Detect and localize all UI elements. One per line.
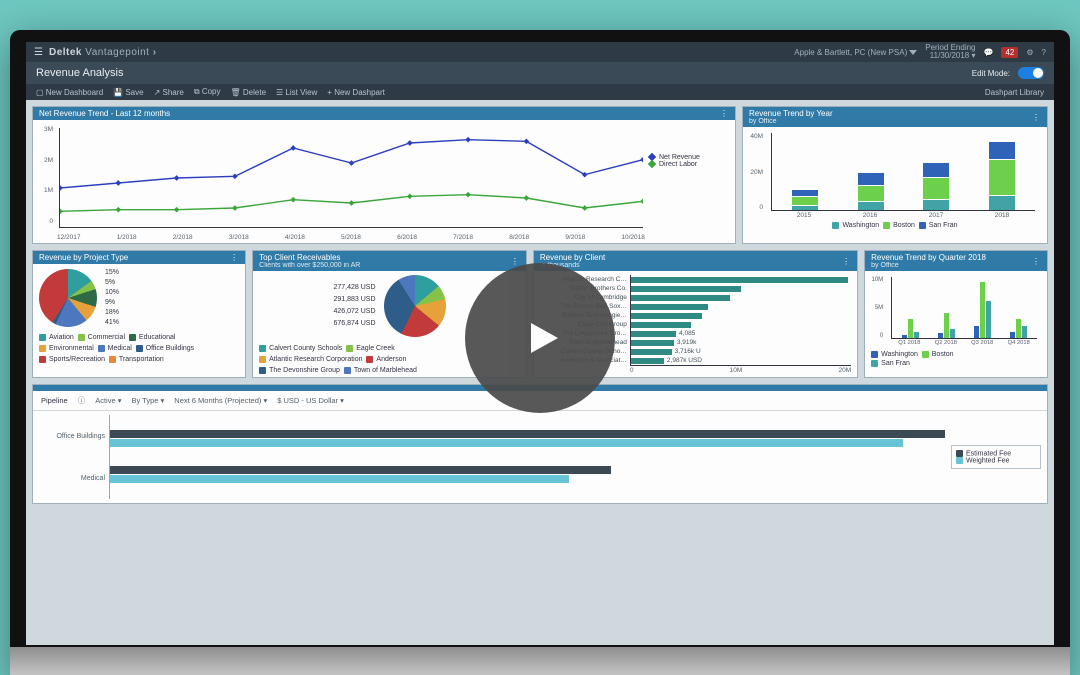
panel-title: Top Client Receivables: [259, 253, 340, 262]
edit-mode-toggle[interactable]: [1018, 67, 1044, 79]
kebab-icon[interactable]: ⋮: [1032, 257, 1041, 266]
chat-icon[interactable]: 💬: [984, 48, 994, 57]
legend-item: Environmental: [39, 345, 98, 352]
panel-net-revenue-trend: Net Revenue Trend - Last 12 months ⋮ Net …: [32, 106, 736, 244]
filter-status[interactable]: Active ▾: [95, 396, 121, 405]
app-header: ☰ Deltek Vantagepoint › Apple & Bartlett…: [26, 42, 1054, 62]
firm-selector[interactable]: Apple & Bartlett, PC (New PSA): [794, 48, 917, 57]
dashpart-library-link[interactable]: Dashpart Library: [985, 88, 1044, 97]
hamburger-icon[interactable]: ☰: [34, 47, 43, 58]
panel-title: Revenue Trend by Year: [749, 109, 833, 118]
legend-item: Washington: [871, 351, 918, 358]
kebab-icon[interactable]: ⋮: [1032, 113, 1041, 122]
legend-item: Calvert County Schools: [259, 345, 346, 352]
filter-type[interactable]: By Type ▾: [131, 396, 164, 405]
brand-logo[interactable]: Deltek Vantagepoint ›: [49, 47, 157, 58]
legend-item: Office Buildings: [136, 345, 196, 352]
notification-badge[interactable]: 42: [1001, 47, 1018, 58]
legend-item: Anderson: [366, 356, 408, 363]
legend-item: Transportation: [109, 356, 166, 363]
dashboard-toolbar: ▢ New Dashboard 💾 Save ↗ Share ⧉ Copy 🗑 …: [26, 84, 1054, 100]
kebab-icon[interactable]: ⋮: [842, 257, 851, 266]
share-button[interactable]: ↗ Share: [154, 88, 184, 97]
legend-item: Atlantic Research Corporation: [259, 356, 366, 363]
legend-item: Estimated Fee: [956, 450, 1036, 457]
pipeline-label: Pipeline: [41, 396, 68, 405]
pie-chart: [384, 275, 446, 337]
legend-item: Direct Labor: [649, 161, 729, 168]
play-video-button[interactable]: [465, 263, 615, 413]
kebab-icon[interactable]: ⋮: [230, 253, 239, 262]
panel-title: Revenue by Project Type: [39, 253, 128, 262]
legend-item: Aviation: [39, 334, 78, 341]
legend-item: Washington: [832, 222, 879, 229]
help-icon[interactable]: ?: [1042, 48, 1046, 57]
legend-item: San Fran: [871, 360, 910, 367]
legend-item: Boston: [883, 222, 915, 229]
new-dashpart-button[interactable]: + New Dashpart: [327, 88, 385, 97]
legend-item: Medical: [98, 345, 136, 352]
page-header: Revenue Analysis Edit Mode:: [26, 62, 1054, 84]
panel-title: Net Revenue Trend - Last 12 months: [39, 109, 170, 118]
legend-item: The Devonshire Group: [259, 367, 344, 374]
legend-item: Weighted Fee: [956, 457, 1036, 464]
panel-revenue-by-year: Revenue Trend by Yearby Office⋮ 20152016…: [742, 106, 1048, 244]
kebab-icon[interactable]: ⋮: [511, 257, 520, 266]
panel-revenue-by-quarter: Revenue Trend by Quarter 2018by Office⋮ …: [864, 250, 1048, 378]
panel-title: Revenue Trend by Quarter 2018: [871, 253, 986, 262]
delete-button[interactable]: 🗑 Delete: [231, 88, 267, 97]
edit-mode-label: Edit Mode:: [972, 69, 1010, 78]
kebab-icon[interactable]: ⋮: [720, 109, 729, 118]
legend-item: Net Revenue: [649, 154, 729, 161]
gear-icon[interactable]: ⚙: [1026, 48, 1033, 57]
filter-range[interactable]: Next 6 Months (Projected) ▾: [174, 396, 267, 405]
panel-title: Revenue by Client: [540, 253, 605, 262]
period-ending[interactable]: Period Ending11/30/2018 ▾: [925, 44, 975, 60]
pie-chart: [39, 269, 97, 327]
panel-revenue-by-project-type: Revenue by Project Type⋮ 15%5%10%9%18%41…: [32, 250, 246, 378]
legend-item: San Fran: [919, 222, 958, 229]
legend-item: Boston: [922, 351, 954, 358]
page-title: Revenue Analysis: [36, 67, 123, 79]
legend-item: Educational: [129, 334, 178, 341]
filter-currency[interactable]: $ USD - US Dollar ▾: [277, 396, 344, 405]
legend-item: Eagle Creek: [346, 345, 396, 352]
list-view-button[interactable]: ☰ List View: [276, 88, 317, 97]
copy-button[interactable]: ⧉ Copy: [194, 87, 221, 97]
legend-item: Town of Marblehead: [344, 367, 419, 374]
save-button[interactable]: 💾 Save: [113, 88, 143, 97]
new-dashboard-button[interactable]: ▢ New Dashboard: [36, 88, 103, 97]
legend-item: Sports/Recreation: [39, 356, 109, 363]
legend-item: Commercial: [78, 334, 129, 341]
info-icon[interactable]: ⓘ: [78, 395, 86, 406]
